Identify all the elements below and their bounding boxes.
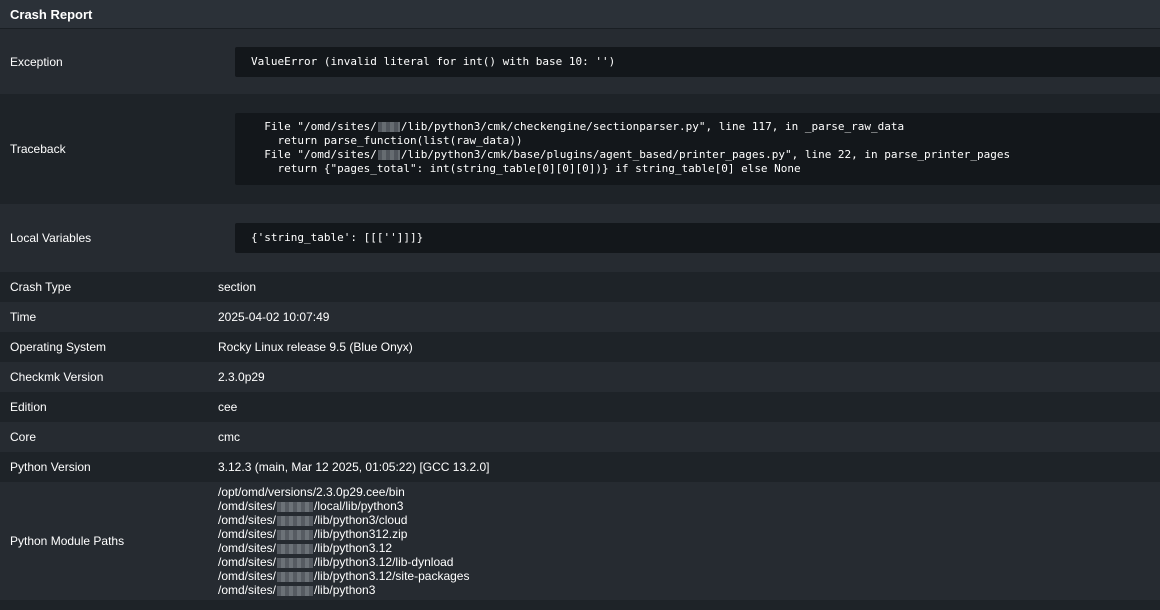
path-prefix: /omd/sites/: [218, 583, 277, 597]
traceback-line-1b: /lib/python3/cmk/checkengine/sectionpars…: [400, 120, 905, 133]
redacted-site-name: [277, 529, 314, 540]
crash-report-title: Crash Report: [10, 6, 93, 22]
redacted-site-name: [277, 557, 314, 568]
python-path-line: /omd/sites/ /lib/python3.12: [218, 541, 1160, 555]
path-suffix: /lib/python3: [314, 583, 376, 597]
edition-label: Edition: [10, 400, 47, 414]
path-suffix: /lib/python3/cloud: [314, 513, 408, 527]
exception-row: Exception ValueError (invalid literal fo…: [0, 29, 1160, 94]
python-path-line: /omd/sites/ /local/lib/python3: [218, 499, 1160, 513]
os-value: Rocky Linux release 9.5 (Blue Onyx): [218, 340, 413, 354]
traceback-line-2: return parse_function(list(raw_data)): [251, 134, 523, 147]
python-path-line: /omd/sites/ /lib/python312.zip: [218, 527, 1160, 541]
edition-value: cee: [218, 400, 238, 414]
traceback-row: Traceback File "/omd/sites/ /lib/python3/…: [0, 94, 1160, 204]
local-variables-value-cell: {'string_table': [[['']]]}: [218, 223, 1160, 253]
local-variables-row: Local Variables {'string_table': [[['']]…: [0, 204, 1160, 272]
crash-report-page: Crash Report Exception ValueError (inval…: [0, 0, 1160, 610]
core-value: cmc: [218, 430, 240, 444]
path-suffix: /lib/python3.12/site-packages: [314, 569, 470, 583]
path-prefix: /omd/sites/: [218, 513, 277, 527]
traceback-value-cell: File "/omd/sites/ /lib/python3/cmk/checke…: [218, 113, 1160, 185]
exception-label: Exception: [10, 54, 63, 69]
path-prefix: /omd/sites/: [218, 527, 277, 541]
path-suffix: /lib/python3.12/lib-dynload: [314, 555, 454, 569]
path-suffix: /local/lib/python3: [314, 499, 404, 513]
path-suffix: /lib/python312.zip: [314, 527, 408, 541]
path-prefix: /omd/sites/: [218, 499, 277, 513]
path-suffix: /lib/python3.12: [314, 541, 393, 555]
redacted-site-name: [377, 150, 400, 160]
python-paths-label: Python Module Paths: [10, 534, 125, 548]
redacted-site-name: [277, 585, 314, 596]
python-paths-value: /opt/omd/versions/2.3.0p29.cee/bin /omd/…: [218, 485, 1160, 597]
crash-report-header: Crash Report: [0, 0, 1160, 29]
edition-row: Edition cee: [0, 392, 1160, 422]
redacted-site-name: [377, 122, 400, 132]
path-prefix: /omd/sites/: [218, 555, 277, 569]
traceback-label: Traceback: [10, 142, 66, 156]
python-version-row: Python Version 3.12.3 (main, Mar 12 2025…: [0, 452, 1160, 482]
redacted-site-name: [277, 571, 314, 582]
python-version-value: 3.12.3 (main, Mar 12 2025, 01:05:22) [GC…: [218, 460, 490, 474]
python-path-line: /omd/sites/ /lib/python3.12/lib-dynload: [218, 555, 1160, 569]
redacted-site-name: [277, 543, 314, 554]
python-paths-row: Python Module Paths /opt/omd/versions/2.…: [0, 482, 1160, 600]
python-path-line: /omd/sites/ /lib/python3: [218, 583, 1160, 597]
python-path-line: /opt/omd/versions/2.3.0p29.cee/bin: [218, 485, 405, 499]
traceback-value: File "/omd/sites/ /lib/python3/cmk/checke…: [235, 113, 1160, 185]
time-value: 2025-04-02 10:07:49: [218, 310, 330, 324]
traceback-line-3b: /lib/python3/cmk/base/plugins/agent_base…: [400, 148, 1011, 161]
exception-value-cell: ValueError (invalid literal for int() wi…: [218, 46, 1160, 77]
checkmk-version-label: Checkmk Version: [10, 370, 104, 384]
traceback-line-1a: File "/omd/sites/: [251, 120, 377, 133]
os-label: Operating System: [10, 340, 107, 354]
crash-type-row: Crash Type section: [0, 272, 1160, 302]
core-label: Core: [10, 430, 37, 444]
time-label: Time: [10, 310, 37, 324]
local-variables-value: {'string_table': [[['']]]}: [235, 223, 1160, 253]
traceback-line-3a: File "/omd/sites/: [251, 148, 377, 161]
crash-type-value: section: [218, 280, 257, 294]
redacted-site-name: [277, 501, 314, 512]
exception-value: ValueError (invalid literal for int() wi…: [235, 46, 1160, 77]
python-path-line: /omd/sites/ /lib/python3/cloud: [218, 513, 1160, 527]
core-row: Core cmc: [0, 422, 1160, 452]
python-version-label: Python Version: [10, 460, 91, 474]
crash-type-label: Crash Type: [10, 280, 72, 294]
path-prefix: /omd/sites/: [218, 541, 277, 555]
time-row: Time 2025-04-02 10:07:49: [0, 302, 1160, 332]
python-path-line: /omd/sites/ /lib/python3.12/site-packages: [218, 569, 1160, 583]
local-variables-label: Local Variables: [10, 231, 92, 245]
os-row: Operating System Rocky Linux release 9.5…: [0, 332, 1160, 362]
checkmk-version-row: Checkmk Version 2.3.0p29: [0, 362, 1160, 392]
traceback-line-4: return {"pages_total": int(string_table[…: [251, 162, 801, 175]
redacted-site-name: [277, 515, 314, 526]
path-prefix: /omd/sites/: [218, 569, 277, 583]
checkmk-version-value: 2.3.0p29: [218, 370, 265, 384]
